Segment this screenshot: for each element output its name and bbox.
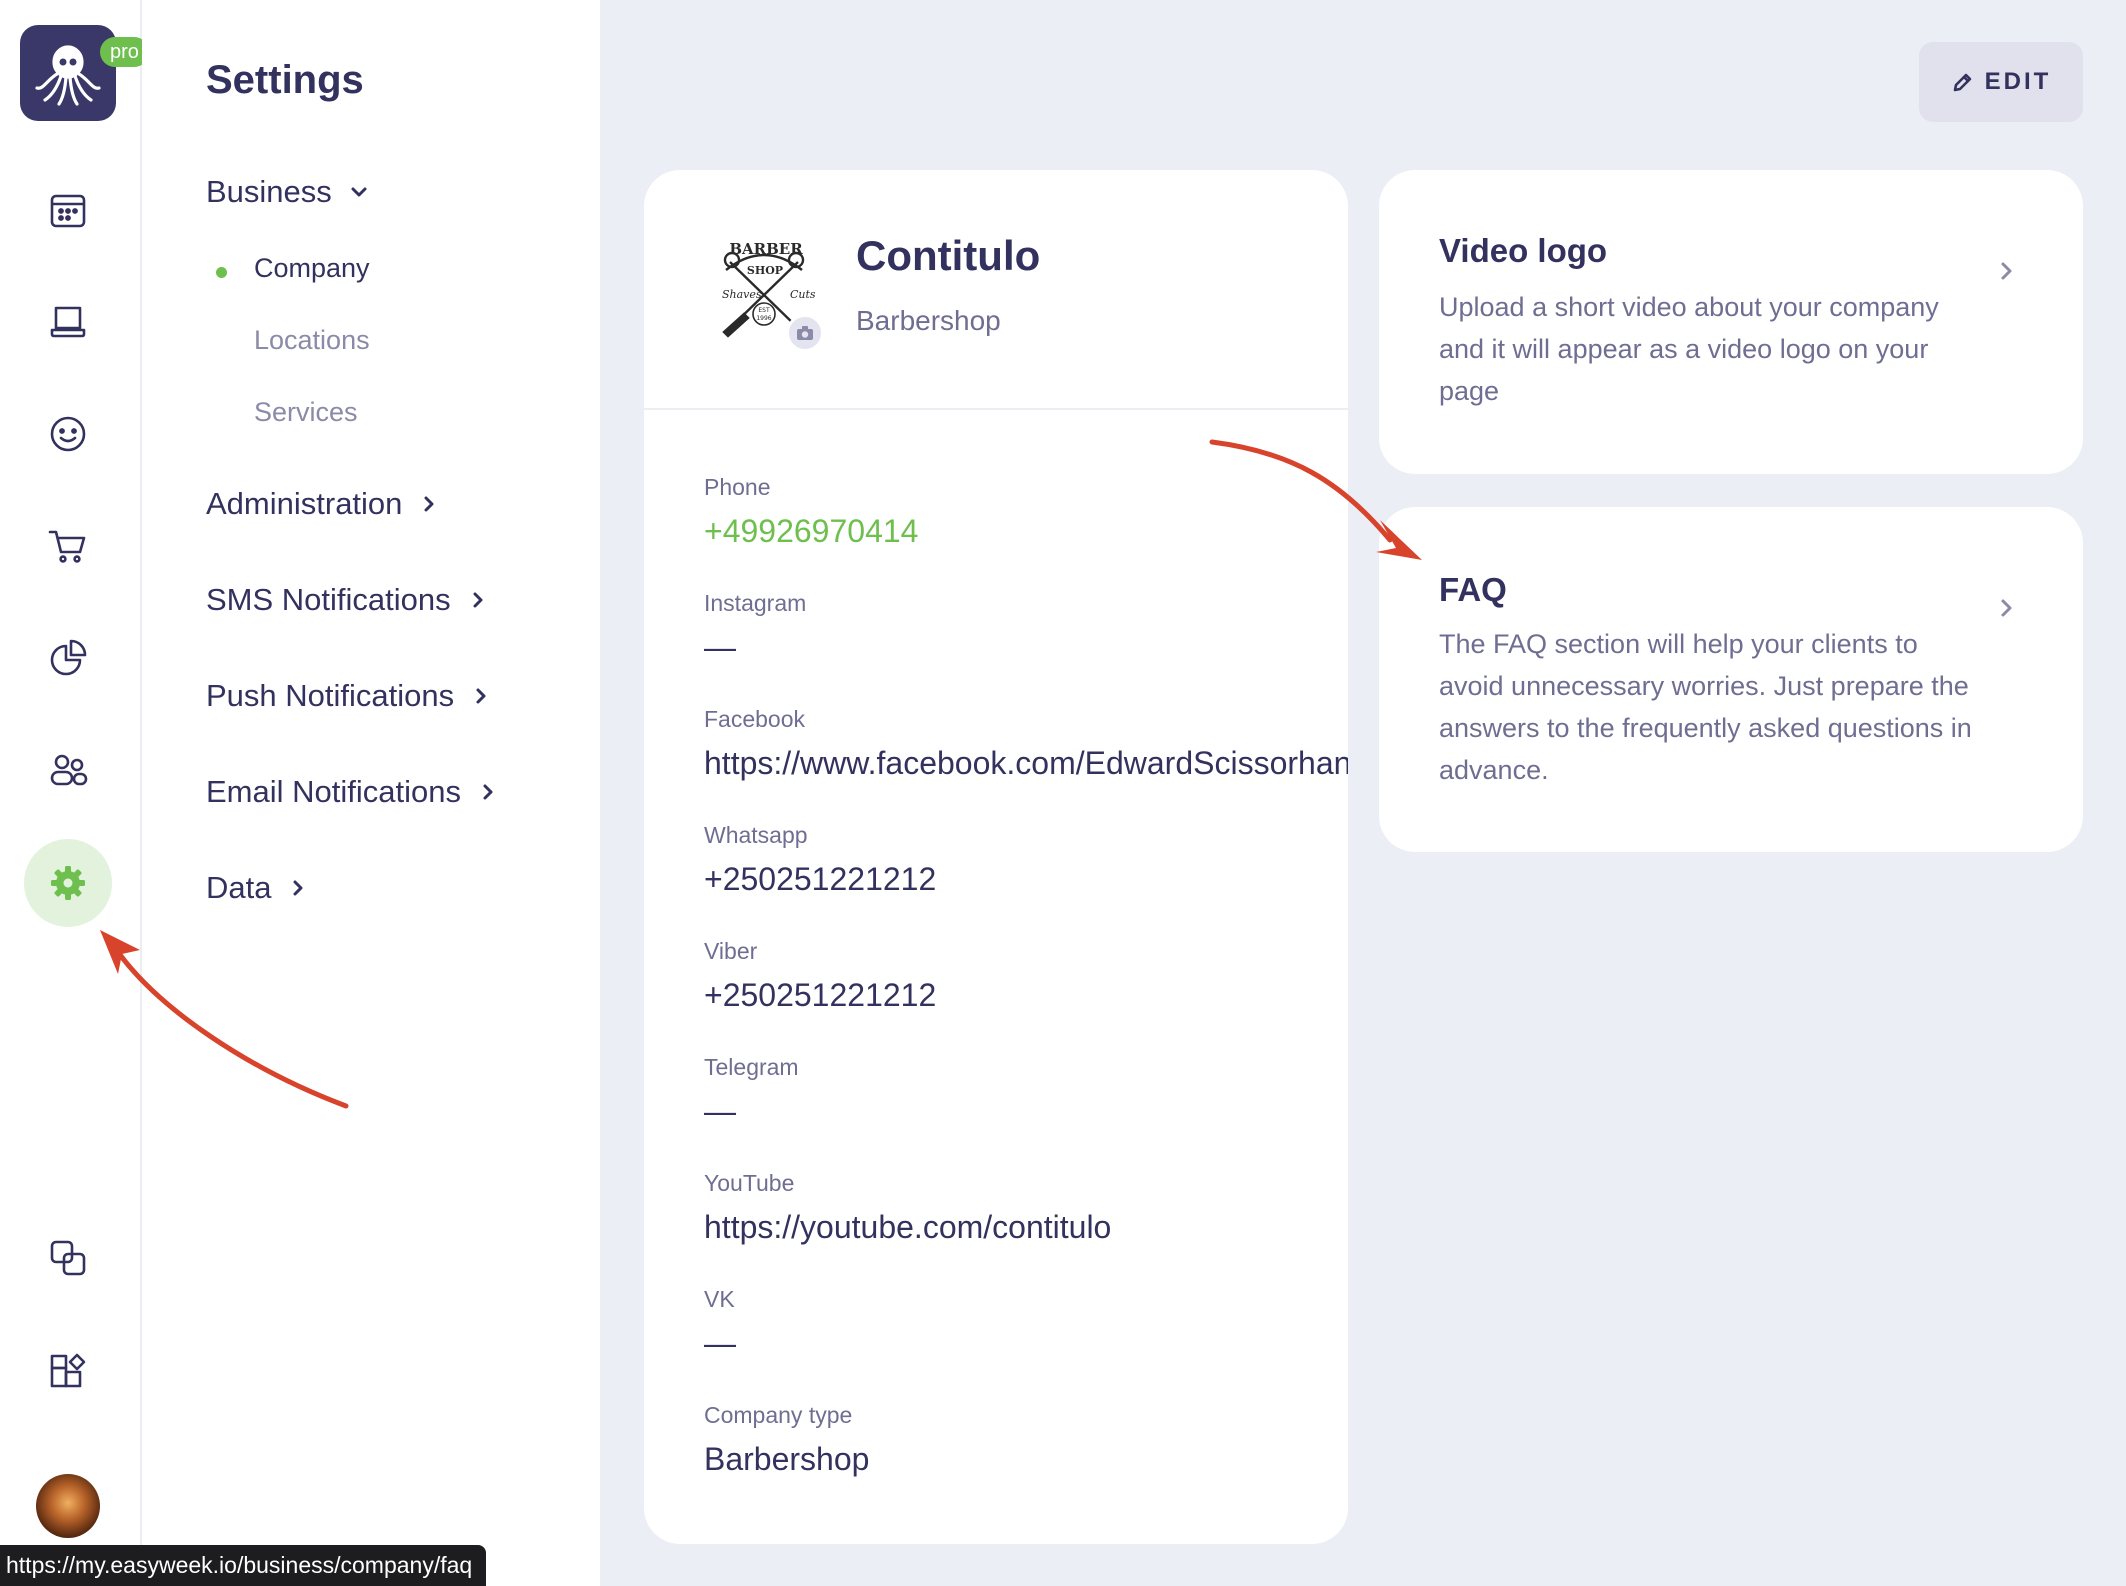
subnav-services[interactable]: Services <box>254 397 358 428</box>
nav-business-label: Business <box>206 174 332 209</box>
active-dot <box>216 267 227 278</box>
video-logo-description: Upload a short video about your company … <box>1439 292 1939 406</box>
youtube-link[interactable]: https://youtube.com/contitulo <box>704 1209 1348 1246</box>
settings-panel: Settings Business Company Locations Serv… <box>142 0 600 1586</box>
chevron-right-icon <box>2001 262 2012 280</box>
nav-data-label: Data <box>206 870 272 905</box>
field-value: — <box>704 1093 736 1129</box>
calendar-icon[interactable] <box>36 178 100 242</box>
widgets-icon[interactable] <box>36 1338 100 1402</box>
field-phone: Phone +49926970414 <box>704 474 1348 550</box>
logo-text-year: 1996 <box>756 315 771 322</box>
pencil-icon <box>1953 73 1971 92</box>
field-value: — <box>704 629 736 665</box>
nav-business[interactable]: Business <box>206 174 370 210</box>
company-name: Contitulo <box>856 232 1041 279</box>
cart-icon[interactable] <box>36 514 100 578</box>
faq-card[interactable]: FAQ The FAQ section will help your clien… <box>1379 507 2083 852</box>
field-whatsapp: Whatsapp +250251221212 <box>704 822 1348 898</box>
nav-email-notifications[interactable]: Email Notifications <box>206 774 499 810</box>
nav-administration-label: Administration <box>206 486 403 521</box>
chevron-right-icon <box>424 496 434 512</box>
settings-title: Settings <box>206 58 364 102</box>
settings-nav-button[interactable] <box>24 839 112 927</box>
octopus-icon <box>35 45 101 106</box>
subnav-company[interactable]: Company <box>254 253 370 284</box>
logo-text-est: EST <box>758 307 770 314</box>
nav-sms-label: SMS Notifications <box>206 582 451 617</box>
chevron-right-icon <box>483 784 493 800</box>
monitor-icon[interactable] <box>36 290 100 354</box>
chevron-right-icon <box>476 688 486 704</box>
field-value: Barbershop <box>704 1441 870 1477</box>
users-icon[interactable] <box>36 738 100 802</box>
nav-email-label: Email Notifications <box>206 774 461 809</box>
field-value: — <box>704 1325 736 1361</box>
logo-text-cuts: Cuts <box>790 288 816 301</box>
chevron-right-icon <box>473 592 483 608</box>
faq-description: The FAQ section will help your clients t… <box>1439 629 1972 785</box>
field-label: Phone <box>704 474 771 500</box>
upload-logo-button[interactable] <box>786 314 824 352</box>
status-bar-url: https://my.easyweek.io/business/company/… <box>0 1545 487 1586</box>
company-card: BARBER SHOP Shaves Cuts EST 1996 Contitu… <box>644 170 1348 1544</box>
field-facebook: Facebook https://www.facebook.com/Edward… <box>704 706 1348 782</box>
smiley-icon[interactable] <box>36 402 100 466</box>
faq-title: FAQ <box>1439 571 1507 608</box>
field-label: Facebook <box>704 706 806 732</box>
nav-sms-notifications[interactable]: SMS Notifications <box>206 582 489 618</box>
chevron-right-icon <box>2001 599 2012 617</box>
chevron-right-icon <box>293 880 303 896</box>
chevron-down-icon <box>351 187 367 197</box>
logo-text-barber: BARBER <box>729 240 803 258</box>
field-label: Telegram <box>704 1054 799 1080</box>
edit-button[interactable]: EDIT <box>1919 42 2083 122</box>
nav-administration[interactable]: Administration <box>206 486 440 522</box>
user-avatar[interactable] <box>36 1474 100 1538</box>
field-viber: Viber +250251221212 <box>704 938 1348 1014</box>
field-company-type: Company type Barbershop <box>704 1402 1348 1478</box>
pie-chart-icon[interactable] <box>36 626 100 690</box>
field-vk: VK — <box>704 1286 1348 1362</box>
video-logo-card[interactable]: Video logo Upload a short video about yo… <box>1379 170 2083 474</box>
field-label: Whatsapp <box>704 822 808 848</box>
app-logo[interactable]: pro <box>20 25 149 121</box>
field-label: YouTube <box>704 1170 795 1196</box>
field-label: Instagram <box>704 590 807 616</box>
field-label: Viber <box>704 938 758 964</box>
field-value: +250251221212 <box>704 861 937 897</box>
company-type-subtitle: Barbershop <box>856 305 1001 336</box>
nav-push-label: Push Notifications <box>206 678 455 713</box>
icon-rail: pro <box>0 0 149 1586</box>
field-telegram: Telegram — <box>704 1054 1348 1130</box>
field-value: +250251221212 <box>704 977 937 1013</box>
nav-data[interactable]: Data <box>206 870 309 906</box>
company-header: BARBER SHOP Shaves Cuts EST 1996 Contitu… <box>644 170 1348 410</box>
field-instagram: Instagram — <box>704 590 1348 666</box>
camera-icon <box>797 326 813 340</box>
logo-text-shop: SHOP <box>747 264 783 277</box>
phone-link[interactable]: +49926970414 <box>704 513 1348 550</box>
nav-push-notifications[interactable]: Push Notifications <box>206 678 492 714</box>
field-youtube: YouTube https://youtube.com/contitulo <box>704 1170 1348 1246</box>
copy-icon[interactable] <box>36 1226 100 1290</box>
field-label: VK <box>704 1286 735 1312</box>
gear-icon <box>51 866 85 900</box>
video-logo-title: Video logo <box>1439 232 1608 269</box>
facebook-link[interactable]: https://www.facebook.com/EdwardScissorha… <box>704 745 1348 782</box>
subnav-locations[interactable]: Locations <box>254 325 370 356</box>
field-label: Company type <box>704 1402 853 1428</box>
edit-label: EDIT <box>1984 68 2052 95</box>
logo-text-shaves: Shaves <box>722 288 762 301</box>
